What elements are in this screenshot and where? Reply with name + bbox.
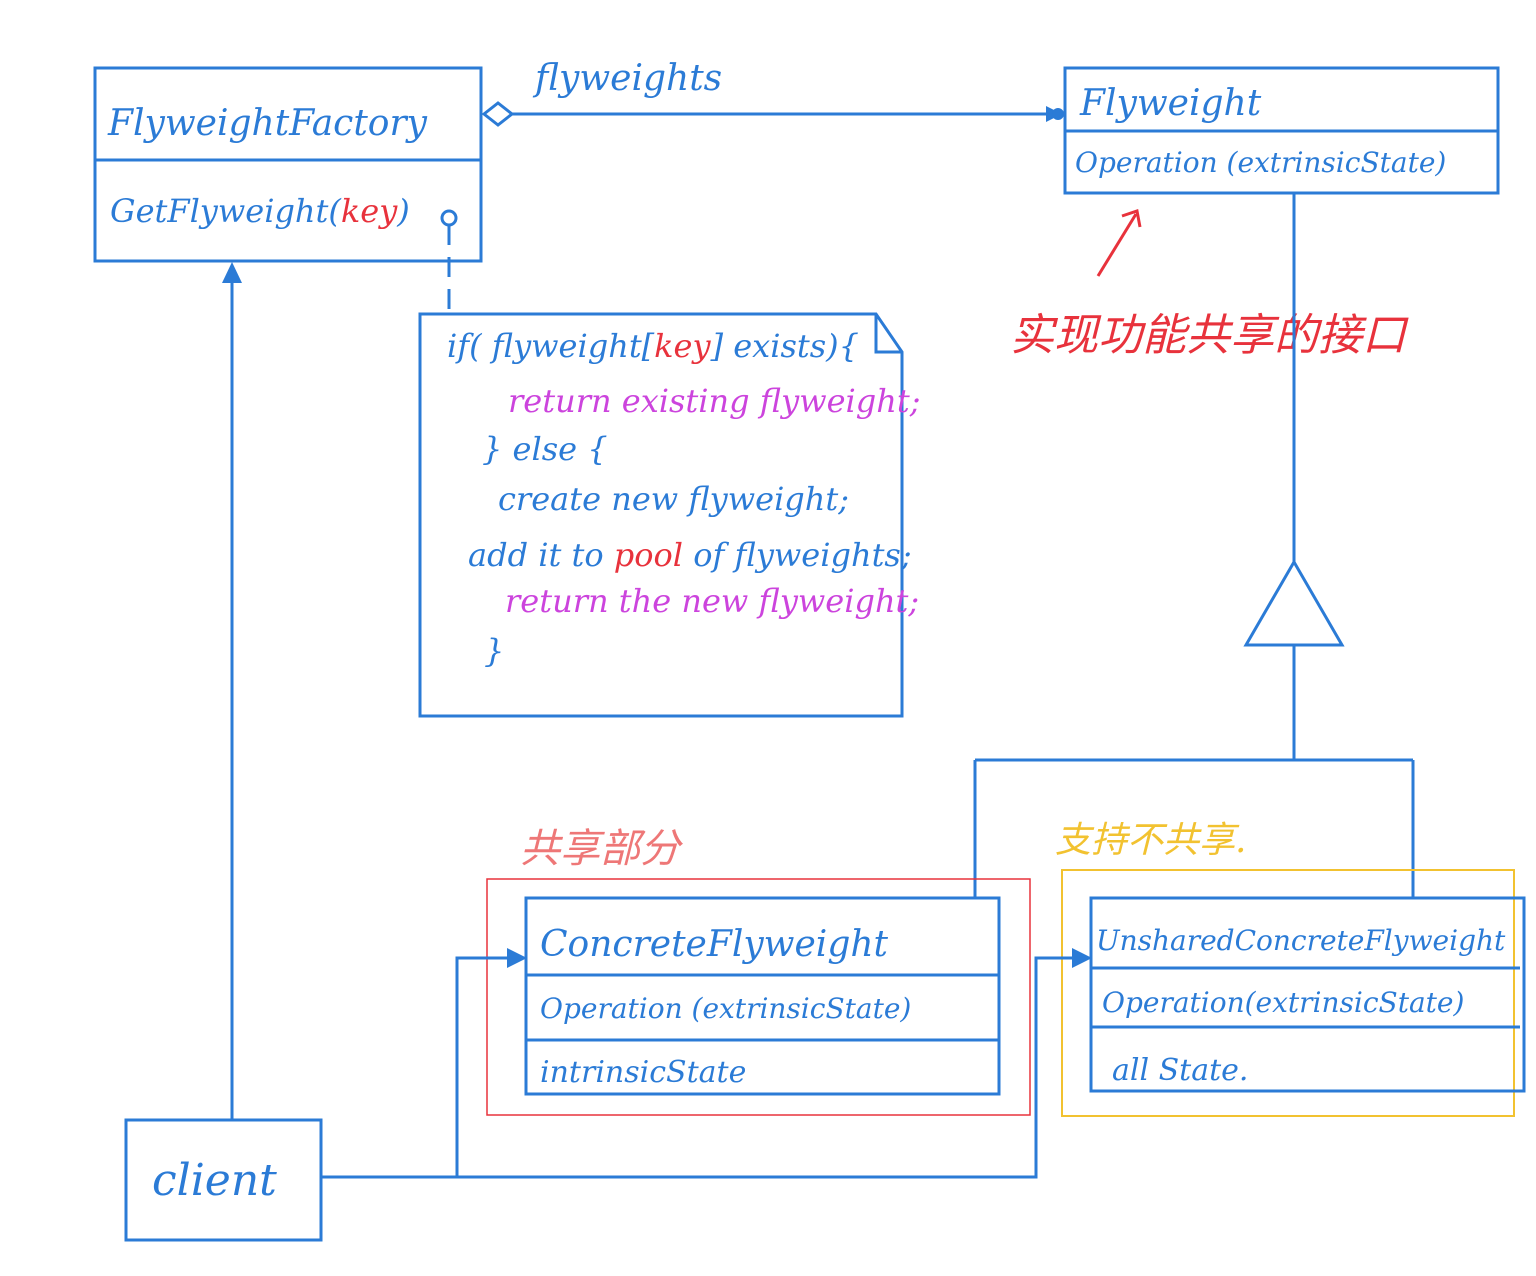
flyweights-association: flyweights	[481, 58, 1064, 127]
concrete-flyweight-title: ConcreteFlyweight	[540, 924, 889, 965]
flyweight-factory-title: FlyweightFactory	[107, 103, 428, 144]
interface-annotation: 实现功能共享的接口	[1010, 209, 1409, 361]
note-anchor-circle	[440, 209, 458, 227]
generalization-triangle-icon	[1243, 559, 1345, 647]
get-flyweight-method: GetFlyweight(key)	[110, 192, 410, 230]
flyweight-title: Flyweight	[1079, 83, 1262, 124]
client-to-factory-association	[222, 262, 242, 1120]
unshared-concrete-flyweight-title: UnsharedConcreteFlyweight	[1096, 924, 1506, 957]
flyweight-operation: Operation (extrinsicState)	[1075, 146, 1446, 179]
flyweight-factory-box	[93, 66, 483, 263]
flyweight-factory-class: FlyweightFactory GetFlyweight(key)	[93, 66, 483, 314]
code-note: if( flyweight[key] exists){ return exist…	[418, 312, 921, 718]
code-line-1: if( flyweight[key] exists){	[447, 327, 859, 365]
unshared-label: 支持不共享.	[1055, 820, 1246, 861]
get-flyweight-method-close: )	[396, 192, 409, 230]
client-to-concrete-arrowhead-icon	[507, 948, 527, 968]
client-title: client	[152, 1155, 277, 1206]
code-line-7: }	[484, 632, 504, 670]
flyweight-class: Flyweight Operation (extrinsicState)	[1063, 66, 1500, 195]
code-line-4: create new flyweight;	[498, 480, 849, 518]
code-line-5: add it to pool of flyweights;	[468, 536, 912, 574]
unshared-concrete-flyweight-class: UnsharedConcreteFlyweight Operation(extr…	[1089, 896, 1526, 1093]
code-line-6: return the new flyweight;	[505, 582, 919, 620]
client-class: client	[124, 1118, 323, 1242]
association-dot	[1052, 108, 1064, 120]
get-flyweight-key: key	[341, 192, 398, 230]
code-line-5-pool: pool	[614, 536, 683, 574]
inheritance-connectors	[973, 193, 1415, 898]
concrete-intrinsic-state: intrinsicState	[540, 1055, 746, 1090]
aggregation-diamond-icon	[481, 101, 515, 127]
code-line-1-start: if( flyweight[	[447, 327, 655, 365]
unshared-operation: Operation(extrinsicState)	[1102, 986, 1464, 1019]
flyweight-uml-diagram: FlyweightFactory GetFlyweight(key) flywe…	[93, 58, 1526, 1242]
client-to-concrete-line	[455, 956, 515, 1177]
client-to-factory-arrowhead-icon	[222, 262, 242, 283]
code-line-1-end: ] exists){	[710, 327, 859, 365]
code-line-5-end: of flyweights;	[683, 536, 912, 574]
code-line-2: return existing flyweight;	[508, 382, 921, 420]
annotation-arrow-line	[1096, 213, 1138, 277]
code-line-5-start: add it to	[468, 536, 614, 574]
unshared-all-state: all State.	[1112, 1053, 1248, 1088]
concrete-flyweight-class: ConcreteFlyweight Operation (extrinsicSt…	[524, 896, 1001, 1096]
interface-annotation-text: 实现功能共享的接口	[1010, 310, 1409, 361]
get-flyweight-method-name: GetFlyweight(	[110, 192, 342, 230]
code-line-3: } else {	[482, 430, 608, 468]
client-to-unshared-arrowhead-icon	[1072, 948, 1092, 968]
code-line-1-key: key	[654, 327, 711, 365]
shared-label: 共享部分	[520, 826, 683, 872]
concrete-operation: Operation (extrinsicState)	[540, 992, 911, 1025]
association-label: flyweights	[532, 58, 722, 99]
